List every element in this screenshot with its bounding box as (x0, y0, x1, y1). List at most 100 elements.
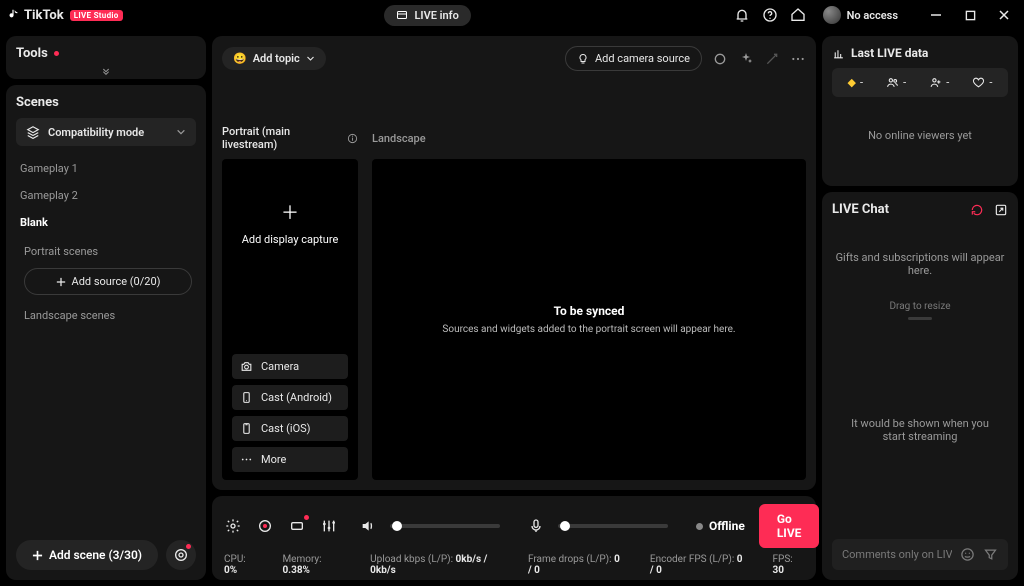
scene-mode-select[interactable]: Compatibility mode (16, 118, 196, 146)
landscape-sync-title: To be synced (554, 304, 625, 318)
chat-input[interactable]: Comments only on LIVE (832, 539, 1008, 570)
option-camera[interactable]: Camera (232, 354, 348, 379)
window-close-button[interactable] (990, 4, 1018, 26)
record-icon[interactable] (256, 517, 274, 535)
clip-icon[interactable] (288, 517, 306, 535)
wand-icon[interactable] (764, 51, 780, 67)
last-live-metrics: ◆ - - - - (832, 68, 1008, 97)
bell-icon[interactable] (733, 6, 751, 24)
chat-title: LIVE Chat (832, 202, 889, 217)
landscape-sync-subtitle: Sources and widgets added to the portrai… (442, 324, 735, 335)
tools-collapse-toggle[interactable] (16, 67, 196, 75)
phone-icon (240, 391, 253, 404)
stream-status: Offline (696, 519, 745, 533)
option-cast-ios[interactable]: Cast (iOS) (232, 416, 348, 441)
scene-settings-button[interactable] (166, 540, 196, 570)
option-more[interactable]: More (232, 447, 348, 472)
stage-panel: 😀 Add topic Add camera source (212, 36, 816, 490)
transport-stats: CPU: 0% Memory: 0.38% Upload kbps (L/P):… (224, 554, 804, 576)
scene-item-active[interactable]: Blank (16, 210, 196, 235)
sparkle-icon[interactable] (738, 51, 754, 67)
chart-icon (832, 47, 845, 60)
chat-empty-state: It would be shown when you start streami… (832, 417, 1008, 443)
window-maximize-button[interactable] (956, 4, 984, 26)
chevron-down-icon (176, 127, 186, 137)
tiktok-note-icon (6, 8, 20, 22)
portrait-stage[interactable]: ＋ Add display capture Camera Cast (Andro… (222, 159, 358, 480)
landscape-stage-label: Landscape (372, 132, 806, 145)
add-topic-button[interactable]: 😀 Add topic (222, 47, 326, 70)
filter-icon[interactable] (983, 547, 998, 562)
option-cast-android[interactable]: Cast (Android) (232, 385, 348, 410)
metric-likes: - (972, 76, 992, 89)
home-icon[interactable] (789, 6, 807, 24)
heart-icon (972, 76, 985, 89)
mixer-icon[interactable] (320, 517, 338, 535)
scene-item[interactable]: Gameplay 2 (16, 183, 196, 208)
target-icon (173, 547, 189, 563)
scene-list: Gameplay 1 Gameplay 2 Blank (16, 156, 196, 235)
speaker-icon[interactable] (360, 517, 376, 535)
app-logo: TikTok (6, 8, 64, 23)
chat-panel: LIVE Chat Gifts and subscriptions will a… (822, 192, 1018, 580)
chevron-down-icon (306, 54, 315, 63)
people-icon (886, 76, 899, 89)
add-source-button[interactable]: Add source (0/20) (24, 268, 192, 295)
portrait-stage-label: Portrait (main livestream) (222, 125, 358, 151)
last-live-empty: No online viewers yet (832, 105, 1008, 176)
cycle-icon[interactable] (970, 203, 984, 217)
add-camera-source-button[interactable]: Add camera source (565, 46, 702, 71)
add-source-label: Add source (0/20) (72, 275, 161, 288)
chat-input-placeholder: Comments only on LIVE (842, 548, 952, 561)
lightbulb-icon (577, 53, 589, 65)
mic-volume-slider[interactable] (558, 524, 668, 528)
last-live-panel: Last LIVE data ◆ - - - - (822, 36, 1018, 186)
window-minimize-button[interactable] (922, 4, 950, 26)
tools-alert-dot (54, 51, 59, 56)
tools-panel: Tools (6, 36, 206, 79)
metric-diamonds: ◆ - (848, 76, 864, 89)
camera-icon (240, 360, 253, 373)
metric-followers: - (929, 76, 949, 89)
smile-emoji-icon: 😀 (233, 52, 247, 65)
app-name: TikTok (24, 8, 64, 23)
plus-icon (56, 277, 66, 287)
scene-item[interactable]: Gameplay 1 (16, 156, 196, 181)
drag-resize-handle[interactable] (908, 317, 932, 320)
go-live-button[interactable]: Go LIVE (759, 504, 820, 548)
titlebar-left: TikTok LIVE Studio (6, 8, 123, 23)
username: No access (847, 9, 898, 22)
avatar (823, 6, 841, 24)
ring-icon[interactable] (712, 51, 728, 67)
chat-gifts-info: Gifts and subscriptions will appear here… (832, 251, 1008, 277)
more-icon[interactable] (790, 51, 806, 67)
live-info-button[interactable]: LIVE info (384, 5, 470, 26)
layers-icon (26, 125, 40, 139)
plus-icon: ＋ (281, 199, 299, 225)
metric-viewers: - (886, 76, 906, 89)
output-volume-slider[interactable] (390, 524, 500, 528)
portrait-scenes-heading: Portrait scenes (16, 241, 196, 262)
landscape-stage[interactable]: To be synced Sources and widgets added t… (372, 159, 806, 480)
drag-resize-label: Drag to resize (889, 301, 950, 312)
popout-icon[interactable] (994, 203, 1008, 217)
emoji-icon[interactable] (960, 547, 975, 562)
landscape-scenes-heading: Landscape scenes (16, 305, 196, 326)
add-display-capture-button[interactable]: ＋ Add display capture (242, 199, 339, 246)
microphone-icon[interactable] (528, 517, 544, 535)
help-icon[interactable] (761, 6, 779, 24)
settings-icon[interactable] (224, 517, 242, 535)
titlebar: TikTok LIVE Studio LIVE info No access (0, 0, 1024, 30)
user-menu[interactable]: No access (817, 4, 904, 26)
live-studio-badge: LIVE Studio (70, 10, 123, 21)
add-scene-button[interactable]: Add scene (3/30) (16, 540, 158, 570)
alert-dot (304, 515, 309, 520)
more-icon (240, 453, 253, 466)
titlebar-right: No access (733, 4, 1018, 26)
add-scene-label: Add scene (3/30) (49, 548, 142, 562)
info-icon[interactable] (347, 133, 358, 144)
last-live-title: Last LIVE data (832, 46, 1008, 60)
transport-bar: Offline Go LIVE CPU: 0% Memory: 0.38% Up… (212, 496, 816, 580)
user-plus-icon (929, 76, 942, 89)
scenes-title: Scenes (16, 95, 196, 110)
